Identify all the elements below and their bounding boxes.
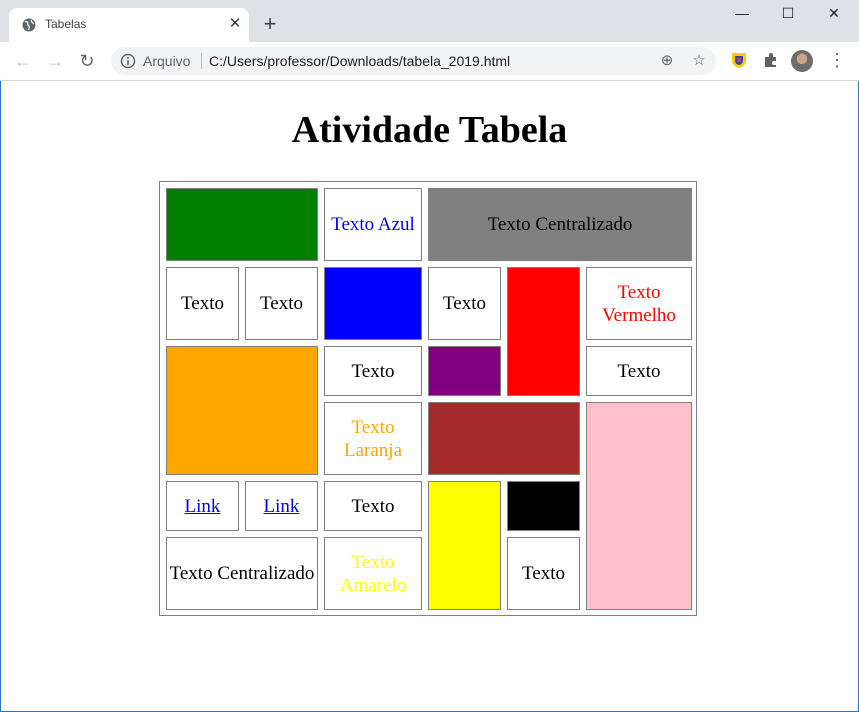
- extension-shield-icon[interactable]: [730, 51, 748, 69]
- red-text-cell: Texto Vermelho: [586, 267, 692, 340]
- brown-cell: [428, 402, 580, 475]
- url-text[interactable]: C:/Users/professor/Downloads/tabela_2019…: [209, 53, 510, 69]
- globe-icon: [22, 18, 36, 32]
- yellow-cell: [428, 481, 501, 610]
- text-cell: Texto: [507, 537, 580, 610]
- link-cell: Link: [245, 481, 318, 531]
- text-cell: Texto: [428, 267, 501, 340]
- bookmark-star-icon[interactable]: ☆: [691, 53, 707, 69]
- close-window-button[interactable]: ✕: [811, 5, 857, 25]
- new-tab-button[interactable]: +: [260, 13, 280, 35]
- divider: [201, 53, 202, 69]
- blue-text-cell: Texto Azul: [324, 188, 422, 261]
- black-cell: [507, 481, 580, 531]
- text-cell: Texto: [166, 267, 239, 340]
- text-cell: Texto: [245, 267, 318, 340]
- blue-cell: [324, 267, 422, 340]
- page-title: Atividade Tabela: [291, 109, 568, 151]
- zoom-icon[interactable]: ⊕: [659, 53, 675, 69]
- title-bar: Tabelas ✕ + — ☐ ✕: [0, 0, 859, 42]
- profile-avatar[interactable]: [791, 50, 813, 72]
- centered-text-cell: Texto Centralizado: [166, 537, 318, 610]
- orange-cell: [166, 346, 318, 475]
- gray-centered-cell: Texto Centralizado: [428, 188, 692, 261]
- scheme-label: Arquivo: [143, 53, 191, 69]
- yellow-text-cell: Texto Amarelo: [324, 537, 422, 610]
- green-cell: [166, 188, 318, 261]
- link[interactable]: Link: [264, 495, 300, 518]
- orange-text-cell: Texto Laranja: [324, 402, 422, 475]
- address-bar[interactable]: Arquivo C:/Users/professor/Downloads/tab…: [111, 47, 716, 75]
- menu-icon[interactable]: ⋮: [828, 50, 846, 72]
- text-cell: Texto: [324, 481, 422, 531]
- reload-button[interactable]: ↻: [77, 51, 97, 71]
- back-button[interactable]: ←: [13, 51, 33, 71]
- extensions-puzzle-icon[interactable]: [762, 51, 780, 69]
- link-cell: Link: [166, 481, 239, 531]
- purple-cell: [428, 346, 501, 396]
- red-cell: [507, 267, 580, 396]
- pink-cell: [586, 402, 692, 610]
- close-tab-icon[interactable]: ✕: [227, 16, 243, 32]
- text-cell: Texto: [586, 346, 692, 396]
- forward-button[interactable]: →: [45, 51, 65, 71]
- tab-title: Tabelas: [45, 17, 87, 31]
- maximize-button[interactable]: ☐: [765, 5, 811, 25]
- activity-table: Texto Azul Texto Centralizado Texto Text…: [159, 181, 697, 616]
- link[interactable]: Link: [185, 495, 221, 518]
- tab-tabelas[interactable]: Tabelas ✕: [9, 8, 249, 42]
- minimize-button[interactable]: —: [719, 5, 765, 25]
- info-icon[interactable]: [120, 53, 136, 69]
- text-cell: Texto: [324, 346, 422, 396]
